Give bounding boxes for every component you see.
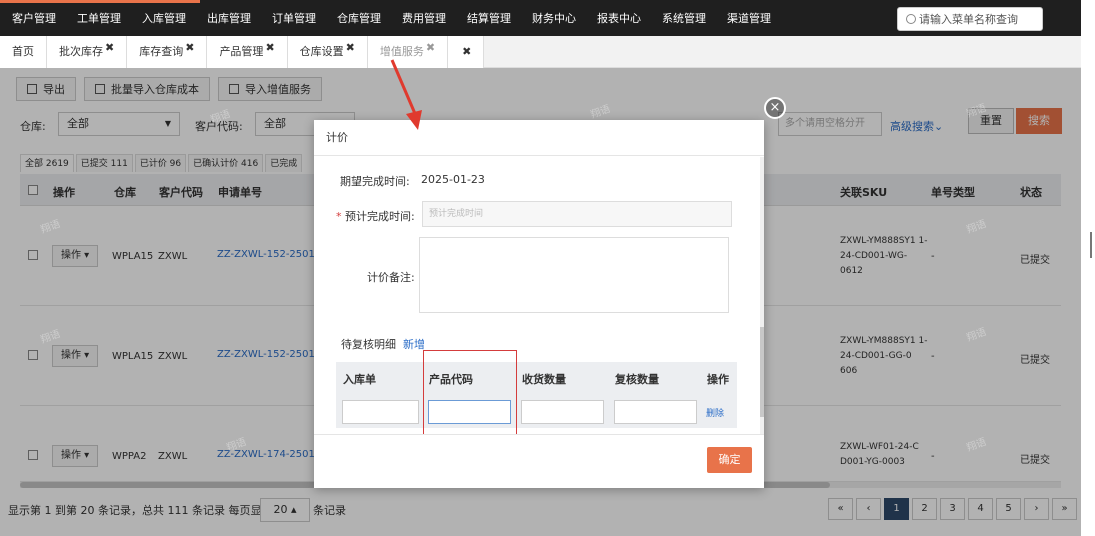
watermark: 翔语 [39,218,62,236]
menu-item[interactable]: 入库管理 [142,10,195,26]
menu-item[interactable]: 报表中心 [597,10,650,26]
watermark: 翔语 [965,218,988,236]
annotation-highlight-box [423,350,517,434]
estimated-time-input[interactable]: 预计完成时间 [422,201,732,227]
menu-item[interactable]: 渠道管理 [727,10,780,26]
confirm-button[interactable]: 确定 [707,447,752,473]
remark-label: 计价备注: [367,271,415,284]
menu-item[interactable]: 订单管理 [272,10,325,26]
close-icon[interactable]: ✖ [346,41,355,54]
close-all-tabs-button[interactable]: ✖ [448,36,485,68]
close-icon[interactable]: ✖ [105,41,114,54]
expected-time-value: 2025-01-23 [421,173,485,186]
tab-product-management[interactable]: 产品管理 ✖ [207,36,288,68]
watermark: 翔语 [209,108,232,126]
search-icon [906,14,916,24]
menu-item[interactable]: 客户管理 [12,10,65,26]
watermark: 翔语 [225,436,248,454]
menu-item[interactable]: 结算管理 [467,10,520,26]
menu-search-input[interactable] [919,12,1037,26]
expected-time-label: 期望完成时间: [340,175,410,188]
menu-item[interactable]: 系统管理 [662,10,715,26]
detail-table: 入库单 产品代码 收货数量 复核数量 操作 删除 [336,362,737,428]
close-dialog-button[interactable]: × [764,97,786,119]
tab-batch-inventory[interactable]: 批次库存 ✖ [47,36,128,68]
close-icon[interactable]: ✖ [265,41,274,54]
page-scroll-handle[interactable] [1090,232,1092,258]
menu-item[interactable]: 财务中心 [532,10,585,26]
dialog-body: 期望完成时间: 2025-01-23 * 预计完成时间: 预计完成时间 计价备注… [314,157,760,434]
menu-item[interactable]: 费用管理 [402,10,455,26]
inbound-order-input[interactable] [342,400,419,424]
watermark: 翔语 [965,102,988,120]
estimated-time-label: * 预计完成时间: [336,210,415,223]
watermark: 翔语 [589,103,612,121]
menu-item[interactable]: 工单管理 [77,10,130,26]
tab-inventory-query[interactable]: 库存查询 ✖ [127,36,208,68]
tab-home[interactable]: 首页 [0,36,47,68]
dialog-footer: 确定 [314,434,764,488]
menu-search[interactable] [897,7,1043,31]
recheck-qty-input[interactable] [614,400,697,424]
watermark: 翔语 [965,326,988,344]
watermark: 翔语 [965,436,988,454]
add-row-link[interactable]: 新增 [403,336,425,352]
main-menu: 客户管理 工单管理 入库管理 出库管理 订单管理 仓库管理 费用管理 结算管理 … [0,0,780,36]
tab-warehouse-settings[interactable]: 仓库设置 ✖ [287,36,368,68]
top-nav: 客户管理 工单管理 入库管理 出库管理 订单管理 仓库管理 费用管理 结算管理 … [0,0,1081,36]
close-icon: ✖ [462,45,472,58]
dialog-title: 计价 [314,120,764,156]
scrollbar-thumb[interactable] [760,327,764,417]
menu-item[interactable]: 仓库管理 [337,10,390,26]
detail-label: 待复核明细 [341,338,396,351]
menu-item[interactable]: 出库管理 [207,10,260,26]
remark-textarea[interactable] [419,237,729,313]
page-tabs: 首页 批次库存 ✖ 库存查询 ✖ 产品管理 ✖ 仓库设置 ✖ 增值服务 ✖ ✖ [0,36,1081,68]
watermark: 翔语 [39,328,62,346]
received-qty-input[interactable] [521,400,604,424]
close-icon[interactable]: ✖ [185,41,194,54]
dialog-scrollbar[interactable] [760,157,764,434]
pricing-dialog: 计价 期望完成时间: 2025-01-23 * 预计完成时间: 预计完成时间 计… [314,120,764,488]
annotation-arrow [390,59,422,130]
close-icon[interactable]: ✖ [426,41,435,54]
delete-row-link[interactable]: 删除 [706,406,724,419]
